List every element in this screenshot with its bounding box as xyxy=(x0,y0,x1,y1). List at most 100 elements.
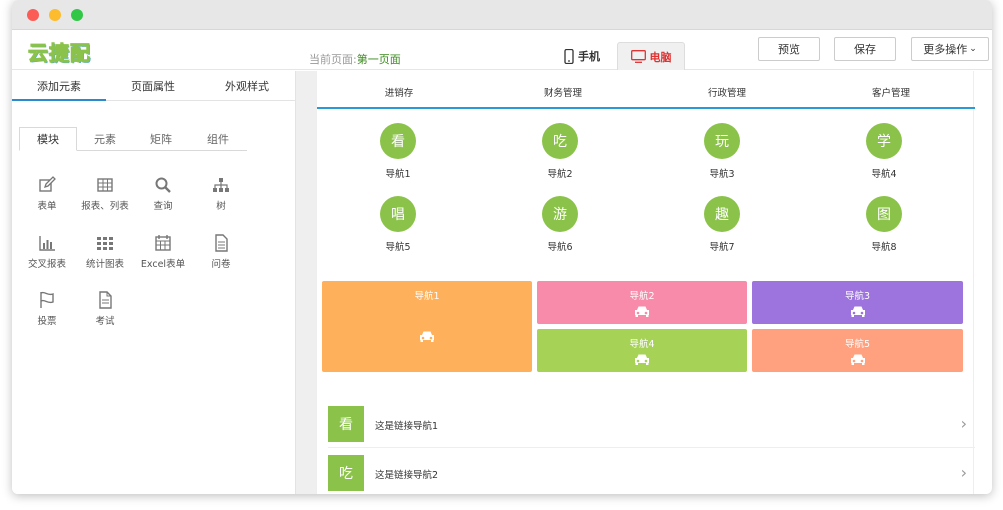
module-label: 交叉报表 xyxy=(27,259,66,270)
maximize-window-button[interactable] xyxy=(71,9,83,21)
design-canvas: 进销存 财务管理 行政管理 客户管理 看 导航1 吃 导航2 玩 导航3 学 导… xyxy=(316,71,975,494)
module-exam[interactable]: 考试 xyxy=(76,291,134,327)
nav-circle-3[interactable]: 玩 xyxy=(704,123,740,159)
nav-card-3[interactable]: 导航3 xyxy=(752,281,963,324)
module-label: 统计图表 xyxy=(85,259,124,270)
nav-card-4[interactable]: 导航4 xyxy=(537,329,747,372)
nav-card-label: 导航1 xyxy=(414,291,440,302)
car-icon xyxy=(537,353,747,368)
subtab-module[interactable]: 模块 xyxy=(19,127,77,151)
nav-card-label: 导航2 xyxy=(629,291,655,302)
flag-icon xyxy=(40,291,54,308)
car-icon xyxy=(322,330,532,345)
module-label: 考试 xyxy=(95,316,115,327)
module-report-list[interactable]: 报表、列表 xyxy=(76,176,134,212)
minimize-window-button[interactable] xyxy=(49,9,61,21)
module-survey[interactable]: 问卷 xyxy=(192,234,250,270)
preview-button[interactable]: 预览 xyxy=(758,37,820,61)
car-icon xyxy=(752,305,963,320)
top-toolbar: 云捷配 当前页面:第一页面 手机 电脑 预览 保存 更多操作 ⌄ xyxy=(12,30,992,70)
tab-add-element[interactable]: 添加元素 xyxy=(12,78,106,101)
module-label: 投票 xyxy=(37,316,57,327)
tab-page-properties[interactable]: 页面属性 xyxy=(106,78,200,94)
sub-tabs: 模块 元素 矩阵 组件 xyxy=(19,127,247,151)
chevron-down-icon: ⌄ xyxy=(969,44,977,54)
module-vote[interactable]: 投票 xyxy=(18,291,76,327)
module-form[interactable]: 表单 xyxy=(18,176,76,212)
tab-finance[interactable]: 财务管理 xyxy=(481,85,645,99)
module-tree[interactable]: 树 xyxy=(192,176,250,212)
nav-circle-6[interactable]: 游 xyxy=(542,196,578,232)
current-page-value: 第一页面 xyxy=(356,53,401,66)
subtab-matrix[interactable]: 矩阵 xyxy=(132,127,190,151)
nav-card-5[interactable]: 导航5 xyxy=(752,329,963,372)
monitor-icon xyxy=(630,50,646,63)
close-window-button[interactable] xyxy=(27,9,39,21)
nav-circle-label: 导航5 xyxy=(385,242,411,253)
document-icon xyxy=(215,234,228,252)
subtab-element[interactable]: 元素 xyxy=(76,127,134,151)
bar-chart-icon xyxy=(39,236,55,251)
tab-admin[interactable]: 行政管理 xyxy=(645,85,809,99)
car-icon xyxy=(537,305,747,320)
nav-card-label: 导航3 xyxy=(844,291,871,302)
nav-circle-7[interactable]: 趣 xyxy=(704,196,740,232)
link-nav-thumb: 吃 xyxy=(328,455,364,491)
module-cross-report[interactable]: 交叉报表 xyxy=(18,234,76,270)
link-nav-row-1[interactable]: 看 这是链接导航1 › xyxy=(328,400,975,448)
nav-circle-5[interactable]: 唱 xyxy=(380,196,416,232)
grid-icon xyxy=(97,237,113,250)
link-nav-row-2[interactable]: 吃 这是链接导航2 › xyxy=(328,449,975,494)
nav-circle-label: 导航7 xyxy=(709,242,735,253)
tab-phone[interactable]: 手机 xyxy=(552,42,612,70)
tab-pc[interactable]: 电脑 xyxy=(617,42,685,70)
chevron-right-icon: › xyxy=(960,463,967,482)
module-label: 问卷 xyxy=(211,259,231,270)
edit-icon xyxy=(39,176,56,192)
link-nav-label: 这是链接导航1 xyxy=(375,421,439,432)
module-label: Excel表单 xyxy=(140,259,186,270)
table-icon xyxy=(97,178,113,192)
nav-circle-label: 导航6 xyxy=(547,242,573,253)
module-query[interactable]: 查询 xyxy=(134,176,192,212)
window-titlebar xyxy=(12,0,992,30)
current-page-indicator: 当前页面:第一页面 xyxy=(309,51,401,67)
car-icon xyxy=(752,353,963,368)
phone-icon xyxy=(564,48,574,64)
tree-icon xyxy=(213,178,229,192)
nav-card-label: 导航4 xyxy=(629,339,655,350)
chevron-right-icon: › xyxy=(960,414,967,433)
file-icon xyxy=(99,291,112,309)
main-tabs: 进销存 财务管理 行政管理 客户管理 xyxy=(317,71,975,109)
tab-appearance[interactable]: 外观样式 xyxy=(200,78,294,94)
save-button[interactable]: 保存 xyxy=(834,37,896,61)
tab-pc-label: 电脑 xyxy=(649,50,672,64)
nav-circle-4[interactable]: 学 xyxy=(866,123,902,159)
module-label: 树 xyxy=(216,201,226,212)
calendar-icon xyxy=(155,235,171,251)
module-excel-form[interactable]: Excel表单 xyxy=(134,234,192,270)
module-stat-chart[interactable]: 统计图表 xyxy=(76,234,134,270)
current-page-label: 当前页面: xyxy=(309,53,357,66)
nav-circle-2[interactable]: 吃 xyxy=(542,123,578,159)
nav-circle-1[interactable]: 看 xyxy=(380,123,416,159)
nav-circle-label: 导航2 xyxy=(547,169,573,180)
nav-card-1[interactable]: 导航1 xyxy=(322,281,532,372)
panel-divider xyxy=(296,71,316,494)
nav-circle-label: 导航8 xyxy=(871,242,897,253)
more-actions-button[interactable]: 更多操作 ⌄ xyxy=(911,37,989,61)
nav-circle-8[interactable]: 图 xyxy=(866,196,902,232)
tab-customer[interactable]: 客户管理 xyxy=(809,85,973,99)
link-nav-label: 这是链接导航2 xyxy=(375,470,439,481)
nav-card-2[interactable]: 导航2 xyxy=(537,281,747,324)
nav-circle-label: 导航1 xyxy=(385,169,411,180)
module-label: 报表、列表 xyxy=(81,201,129,212)
app-window: 云捷配 当前页面:第一页面 手机 电脑 预览 保存 更多操作 ⌄ 添加元素 页面属… xyxy=(12,0,992,494)
nav-circle-label: 导航4 xyxy=(871,169,897,180)
app-logo: 云捷配 xyxy=(28,41,91,66)
module-label: 查询 xyxy=(153,201,173,212)
subtab-component[interactable]: 组件 xyxy=(189,127,247,151)
module-label: 表单 xyxy=(37,201,57,212)
tab-inventory[interactable]: 进销存 xyxy=(317,85,481,99)
left-panel: 添加元素 页面属性 外观样式 模块 元素 矩阵 组件 表单 报表、列表 查询 树 xyxy=(12,71,296,494)
